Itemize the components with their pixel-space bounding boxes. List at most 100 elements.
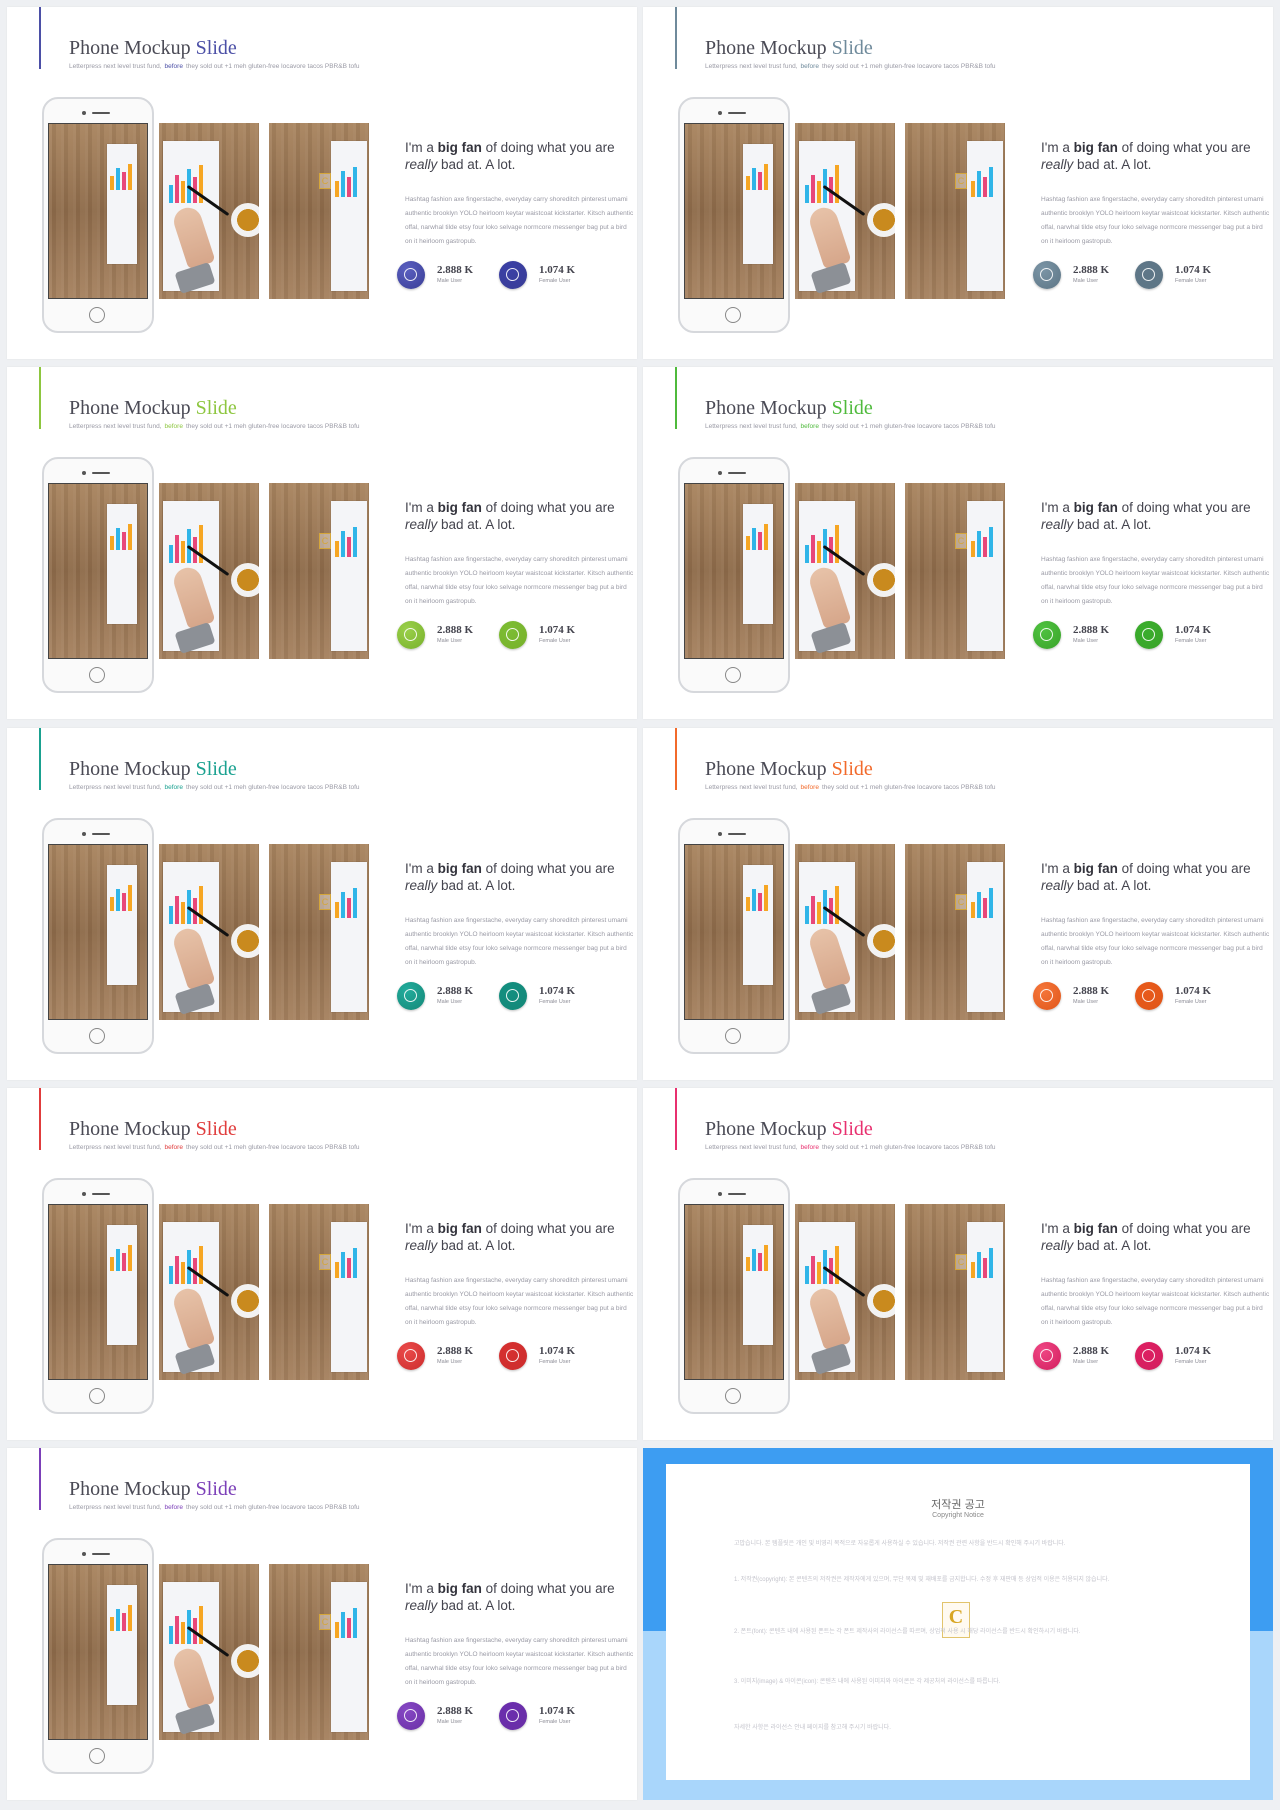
phone-mockup-slide[interactable]: Phone Mockup Slide Letterpress next level…: [7, 728, 637, 1080]
copyright-card: 저작권 공고 Copyright Notice 고맙습니다. 본 템플릿은 개인…: [666, 1464, 1250, 1780]
chart-paper: [743, 1225, 773, 1345]
paper-bars: [335, 521, 357, 557]
phone-screen-image: [48, 483, 148, 659]
chart-paper: [331, 141, 367, 291]
body-text: Hashtag fashion axe fingerstache, everyd…: [1041, 1277, 1270, 1326]
chart-paper: [331, 862, 367, 1012]
paper-bars: [335, 1242, 357, 1278]
paper-bars: [805, 884, 839, 924]
phone-mockup-slide[interactable]: Phone Mockup Slide Letterpress next level…: [7, 1448, 637, 1800]
copyright-paragraph: 1. 저작권(copyright): 본 콘텐츠의 저작권은 제작자에게 있으며…: [734, 1577, 1110, 1583]
phone-camera: [718, 832, 722, 836]
accent-bar: [39, 7, 41, 69]
phone-speaker: [92, 112, 110, 114]
user-icon: [1135, 261, 1163, 289]
phone-mockup-slide[interactable]: Phone Mockup Slide Letterpress next level…: [643, 7, 1273, 359]
chart-paper: [107, 1225, 137, 1345]
coffee-mug: [867, 563, 895, 597]
user-icon: [1033, 1342, 1061, 1370]
phone-mockup: [678, 457, 790, 693]
photo-hand-drawing: [159, 1564, 259, 1740]
photo-hand-drawing: [795, 123, 895, 299]
user-icon: [499, 1702, 527, 1730]
subtitle-highlight: before: [800, 423, 819, 430]
slide-subtitle: Letterpress next level trust fund, before…: [705, 784, 996, 791]
phone-speaker: [728, 472, 746, 474]
phone-mockup-slide[interactable]: Phone Mockup Slide Letterpress next level…: [7, 1088, 637, 1440]
phone-mockup-slide[interactable]: Phone Mockup Slide Letterpress next level…: [643, 367, 1273, 719]
accent-bar: [675, 728, 677, 790]
phone-mockup-slide[interactable]: Phone Mockup Slide Letterpress next level…: [643, 1088, 1273, 1440]
phone-screen-image: [48, 123, 148, 299]
photo-chart-paper: C: [905, 844, 1005, 1020]
subtitle-highlight: before: [800, 1144, 819, 1151]
title-accent: Slide: [831, 758, 873, 780]
accent-bar: [675, 7, 677, 69]
user-icon: [499, 261, 527, 289]
paper-bars: [746, 160, 768, 190]
slide-subtitle: Letterpress next level trust fund, before…: [69, 1504, 360, 1511]
paper-bars: [110, 160, 132, 190]
phone-camera: [82, 1552, 86, 1556]
chart-paper: [967, 1222, 1003, 1372]
chart-paper: [967, 141, 1003, 291]
phone-mockup: [42, 97, 154, 333]
paper-bars: [805, 523, 839, 563]
user-icon: [397, 1342, 425, 1370]
paper-bars: [746, 881, 768, 911]
subtitle-highlight: before: [164, 1144, 183, 1151]
paper-bars: [805, 163, 839, 203]
copyright-slide[interactable]: 저작권 공고 Copyright Notice 고맙습니다. 본 템플릿은 개인…: [643, 1448, 1273, 1800]
phone-mockup-slide[interactable]: Phone Mockup Slide Letterpress next level…: [643, 728, 1273, 1080]
paper-bars: [971, 161, 993, 197]
body-text: Hashtag fashion axe fingerstache, everyd…: [1041, 917, 1270, 966]
user-icon: [397, 1702, 425, 1730]
user-icon: [397, 261, 425, 289]
phone-mockup-slide[interactable]: Phone Mockup Slide Letterpress next level…: [7, 7, 637, 359]
accent-bar: [39, 728, 41, 790]
phone-camera: [82, 1192, 86, 1196]
stamp-seal: C: [955, 173, 967, 189]
phone-mockup: [678, 818, 790, 1054]
user-icon: [397, 982, 425, 1010]
paper-bars: [746, 1241, 768, 1271]
chart-paper: [107, 865, 137, 985]
paper-bars: [746, 520, 768, 550]
slide-subtitle: Letterpress next level trust fund, before…: [69, 423, 360, 430]
subtitle-highlight: before: [164, 1504, 183, 1511]
chart-paper: [743, 865, 773, 985]
headline: I'm a big fan of doing what you are real…: [1041, 140, 1251, 172]
accent-bar: [39, 367, 41, 429]
phone-screen-image: [48, 1564, 148, 1740]
slide-title: Phone Mockup Slide: [705, 397, 873, 419]
slide-subtitle: Letterpress next level trust fund, before…: [705, 1144, 996, 1151]
title-accent: Slide: [195, 758, 237, 780]
phone-screen-image: [48, 1204, 148, 1380]
chart-paper: [743, 504, 773, 624]
title-accent: Slide: [195, 37, 237, 59]
subtitle-highlight: before: [800, 784, 819, 791]
phone-camera: [718, 1192, 722, 1196]
coffee-mug: [231, 203, 259, 237]
title-accent: Slide: [195, 1478, 237, 1500]
accent-bar: [675, 367, 677, 429]
phone-mockup-slide[interactable]: Phone Mockup Slide Letterpress next level…: [7, 367, 637, 719]
slide-subtitle: Letterpress next level trust fund, before…: [705, 63, 996, 70]
phone-screen-image: [684, 844, 784, 1020]
subtitle-highlight: before: [800, 63, 819, 70]
copyright-title: 저작권 공고: [931, 1499, 985, 1511]
phone-home-button: [725, 667, 741, 683]
phone-screen-image: [684, 1204, 784, 1380]
headline: I'm a big fan of doing what you are real…: [1041, 500, 1251, 532]
chart-paper: [967, 862, 1003, 1012]
chart-paper: [107, 144, 137, 264]
photo-chart-paper: C: [905, 483, 1005, 659]
coffee-mug: [867, 924, 895, 958]
chart-paper: [107, 504, 137, 624]
user-icon: [1033, 261, 1061, 289]
phone-mockup: [42, 1178, 154, 1414]
photo-chart-paper: C: [269, 483, 369, 659]
user-icon: [1135, 982, 1163, 1010]
phone-speaker: [92, 1553, 110, 1555]
photo-hand-drawing: [795, 483, 895, 659]
